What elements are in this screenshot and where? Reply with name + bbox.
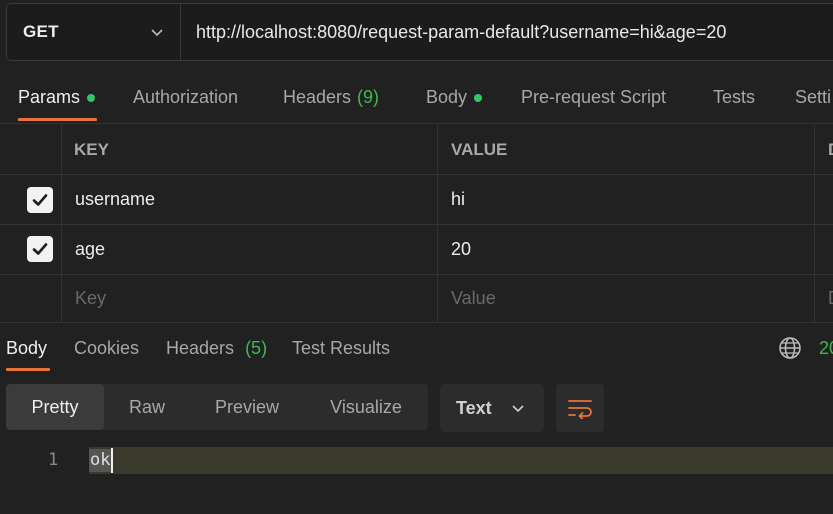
wrap-lines-icon: [568, 400, 592, 419]
tab-tests[interactable]: Tests: [713, 87, 755, 108]
param-enabled-checkbox[interactable]: [27, 187, 53, 213]
method-select[interactable]: GET: [7, 4, 181, 60]
tab-label: Setti: [795, 87, 832, 107]
format-select[interactable]: Text: [440, 384, 544, 432]
wrap-lines-button[interactable]: [556, 384, 604, 432]
column-header-key: KEY: [74, 139, 109, 159]
param-key[interactable]: age: [75, 225, 105, 274]
active-tab-underline: [18, 118, 97, 121]
tab-test-results[interactable]: Test Results: [292, 338, 390, 359]
modified-dot-icon: [87, 93, 96, 102]
url-input[interactable]: http://localhost:8080/request-param-defa…: [181, 4, 833, 60]
params-header-row: KEY VALUE D: [0, 125, 833, 175]
tab-label: Params: [18, 87, 81, 107]
active-tab-underline: [6, 368, 50, 371]
tab-label: Headers: [166, 338, 235, 358]
code-line-highlight[interactable]: ok: [89, 447, 833, 474]
tab-label: Authorization: [133, 87, 239, 107]
request-tabs: Params Authorization Headers (9) Body Pr…: [0, 74, 833, 124]
table-row: age 20: [0, 225, 833, 275]
headers-count: (9): [357, 87, 380, 107]
tab-params[interactable]: Params: [18, 87, 96, 108]
checkbox-checked-icon: [32, 243, 48, 255]
globe-icon[interactable]: [778, 336, 802, 360]
param-value[interactable]: 20: [451, 225, 471, 274]
view-raw-button[interactable]: Raw: [104, 384, 190, 430]
tab-settings[interactable]: Setti: [795, 87, 831, 108]
tab-body[interactable]: Body: [426, 87, 483, 108]
checkbox-checked-icon: [32, 194, 48, 206]
param-value[interactable]: hi: [451, 175, 465, 224]
tab-response-body[interactable]: Body: [6, 338, 47, 359]
params-table: KEY VALUE D username hi age 20 Key Value…: [0, 125, 833, 323]
view-visualize-button[interactable]: Visualize: [304, 384, 428, 430]
response-tabs: Body Cookies Headers (5) Test Results: [0, 324, 833, 374]
table-row: username hi: [0, 175, 833, 225]
column-header-description: D: [828, 125, 833, 174]
new-value-input[interactable]: Value: [451, 275, 496, 322]
text-cursor: [111, 448, 113, 473]
tab-headers[interactable]: Headers (9): [283, 87, 379, 108]
param-enabled-checkbox[interactable]: [27, 236, 53, 262]
param-key[interactable]: username: [75, 175, 155, 224]
view-mode-group: Pretty Raw Preview Visualize: [6, 384, 428, 430]
new-key-input[interactable]: Key: [75, 275, 106, 322]
tab-label: Pre-request Script: [521, 87, 667, 107]
table-row-new: Key Value D: [0, 275, 833, 323]
format-label: Text: [456, 397, 492, 418]
view-pretty-button[interactable]: Pretty: [6, 384, 104, 430]
view-preview-button[interactable]: Preview: [190, 384, 304, 430]
method-label: GET: [23, 22, 59, 41]
tab-response-headers[interactable]: Headers (5): [166, 338, 267, 359]
response-status[interactable]: 20: [819, 338, 833, 359]
tab-cookies[interactable]: Cookies: [74, 338, 139, 359]
chevron-down-icon: [151, 29, 163, 37]
new-description-input[interactable]: D: [828, 275, 833, 322]
tab-label: Body: [426, 87, 468, 107]
tab-authorization[interactable]: Authorization: [133, 87, 238, 108]
chevron-down-icon: [512, 405, 524, 413]
tab-label: Headers: [283, 87, 352, 107]
column-header-value: VALUE: [451, 139, 508, 159]
modified-dot-icon: [474, 93, 483, 102]
line-number: 1: [48, 450, 59, 470]
response-headers-count: (5): [245, 338, 268, 358]
tab-pre-request-script[interactable]: Pre-request Script: [521, 87, 666, 108]
tab-label: Tests: [713, 87, 756, 107]
url-bar: GET http://localhost:8080/request-param-…: [6, 3, 833, 61]
response-body-text[interactable]: ok: [89, 449, 112, 472]
